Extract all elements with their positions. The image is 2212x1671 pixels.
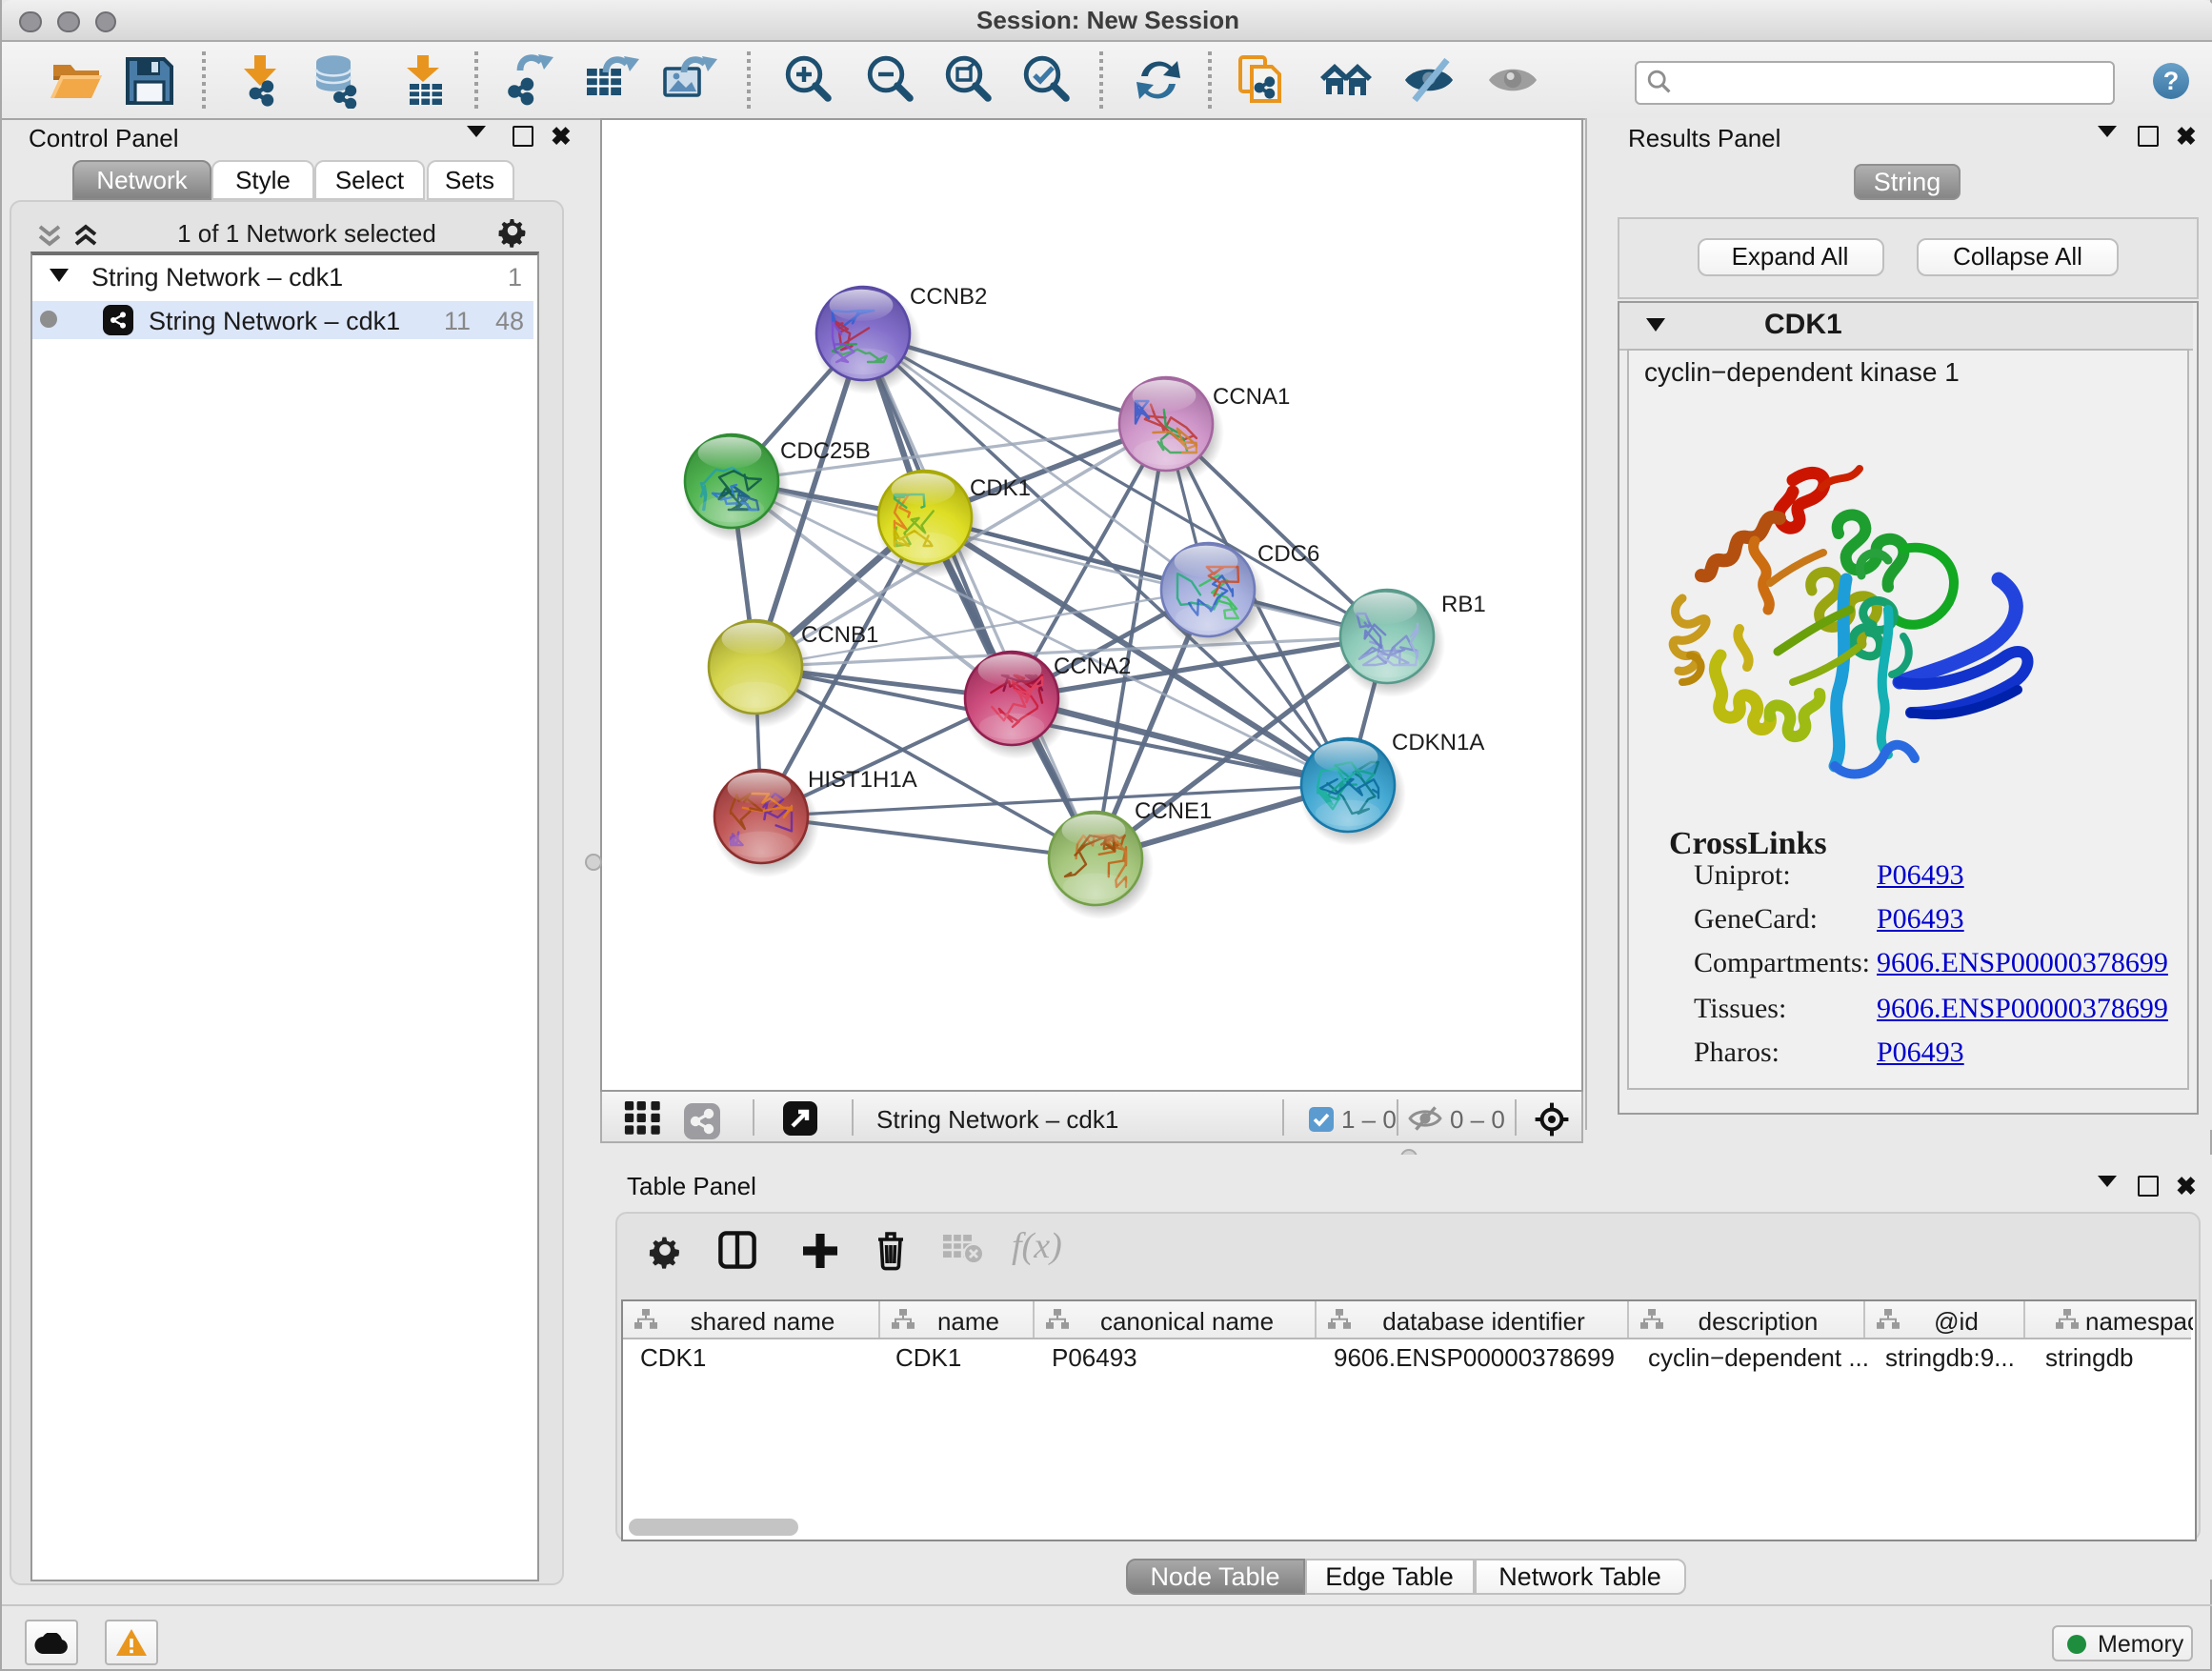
svg-text:CCNB1: CCNB1 bbox=[800, 621, 877, 647]
svg-text:CDK1: CDK1 bbox=[969, 474, 1030, 500]
svg-text:CDKN1A: CDKN1A bbox=[1391, 729, 1483, 755]
svg-text:CCNA2: CCNA2 bbox=[1053, 653, 1130, 678]
svg-text:CCNB2: CCNB2 bbox=[909, 283, 986, 309]
svg-text:RB1: RB1 bbox=[1440, 591, 1485, 616]
svg-text:HIST1H1A: HIST1H1A bbox=[807, 766, 916, 792]
svg-text:CCNE1: CCNE1 bbox=[1134, 797, 1211, 823]
svg-text:CDC25B: CDC25B bbox=[779, 437, 870, 463]
svg-text:CCNA1: CCNA1 bbox=[1212, 383, 1289, 409]
svg-text:CDC6: CDC6 bbox=[1257, 540, 1318, 566]
